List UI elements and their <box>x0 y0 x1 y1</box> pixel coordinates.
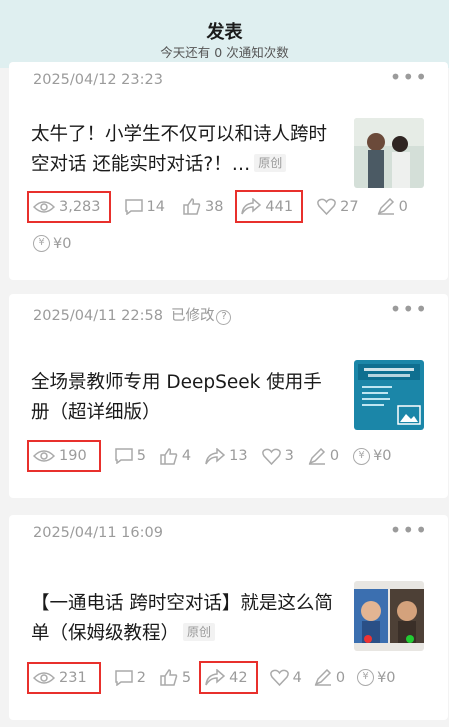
info-icon[interactable]: ? <box>216 310 232 325</box>
post-card[interactable]: 2025/04/12 23:23 ••• 太牛了！小学生不仅可以和诗人跨时空对话… <box>9 62 448 280</box>
thumb-up-icon <box>160 447 178 465</box>
comment-icon <box>114 669 133 686</box>
notification-count: 今天还有 0 次通知次数 <box>160 45 289 60</box>
post-stats: 190 5 4 13 3 0 ¥ ¥0 <box>27 440 438 472</box>
comments-stat: 2 <box>114 669 146 686</box>
modified-label: 已修改 <box>170 308 215 324</box>
post-thumbnail[interactable] <box>354 581 424 651</box>
original-tag: 原创 <box>254 154 287 172</box>
shares-stat: 441 <box>235 190 304 223</box>
more-icon[interactable]: ••• <box>390 520 428 540</box>
favorites-stat: 3 <box>261 448 294 465</box>
post-title[interactable]: 【一通电话 跨时空对话】就是这么简单（保姆级教程） 原创 <box>31 589 336 649</box>
original-tag: 原创 <box>183 623 216 641</box>
more-icon[interactable]: ••• <box>390 67 428 87</box>
post-card[interactable]: 2025/04/11 16:09 ••• 【一通电话 跨时空对话】就是这么简单（… <box>9 515 448 720</box>
post-stats: 3,283 14 38 441 27 0 <box>27 190 438 223</box>
favorites-stat: 27 <box>317 198 359 215</box>
more-icon[interactable]: ••• <box>390 299 428 319</box>
post-date: 2025/04/12 23:23 <box>33 72 163 88</box>
eye-icon <box>33 671 55 684</box>
comment-icon <box>124 198 143 215</box>
likes-stat: 5 <box>160 669 191 686</box>
heart-icon <box>269 669 289 686</box>
heart-icon <box>317 198 336 215</box>
yen-icon: ¥ <box>33 235 50 252</box>
share-icon <box>205 447 226 464</box>
edits-stat: 0 <box>377 198 408 215</box>
yen-icon: ¥ <box>353 447 371 465</box>
views-stat: 231 <box>27 661 101 694</box>
reward-stat: ¥ ¥0 <box>353 447 392 465</box>
page-header: 发表 今天还有 0 次通知次数 <box>0 0 449 68</box>
reward-stat: ¥ ¥0 <box>357 669 396 686</box>
yen-icon: ¥ <box>357 669 375 686</box>
comments-stat: 5 <box>114 448 146 464</box>
thumb-up-icon <box>183 198 201 215</box>
comments-stat: 14 <box>124 198 165 215</box>
post-stats: 231 2 5 42 4 0 ¥ ¥0 <box>27 661 438 694</box>
edits-stat: 0 <box>314 669 345 686</box>
eye-icon <box>33 200 55 213</box>
post-title[interactable]: 太牛了！小学生不仅可以和诗人跨时空对话 还能实时对话?！… 原创 <box>31 120 336 180</box>
post-date: 2025/04/11 22:58 已修改? <box>33 304 232 325</box>
favorites-stat: 4 <box>269 669 302 686</box>
comment-icon <box>114 448 133 464</box>
post-thumbnail[interactable] <box>354 118 424 188</box>
post-card[interactable]: 2025/04/11 22:58 已修改? ••• 全场景教师专用 DeepSee… <box>9 294 448 498</box>
shares-stat: 13 <box>205 447 248 465</box>
shares-stat: 42 <box>199 661 258 694</box>
post-thumbnail[interactable] <box>354 360 424 430</box>
likes-stat: 38 <box>183 198 223 215</box>
page-title: 发表 <box>206 22 243 43</box>
share-icon <box>241 198 262 215</box>
pen-icon <box>377 198 394 215</box>
post-title[interactable]: 全场景教师专用 DeepSeek 使用手册（超详细版） <box>31 368 336 428</box>
thumb-up-icon <box>160 669 178 686</box>
eye-icon <box>33 450 55 462</box>
heart-icon <box>261 448 281 465</box>
views-stat: 190 <box>27 440 101 472</box>
edits-stat: 0 <box>308 447 339 465</box>
likes-stat: 4 <box>160 447 191 465</box>
pen-icon <box>308 447 325 465</box>
views-stat: 3,283 <box>27 190 111 223</box>
post-date: 2025/04/11 16:09 <box>33 525 163 541</box>
reward-stat: ¥ ¥0 <box>33 235 71 252</box>
pen-icon <box>314 669 331 686</box>
share-icon <box>205 669 226 686</box>
